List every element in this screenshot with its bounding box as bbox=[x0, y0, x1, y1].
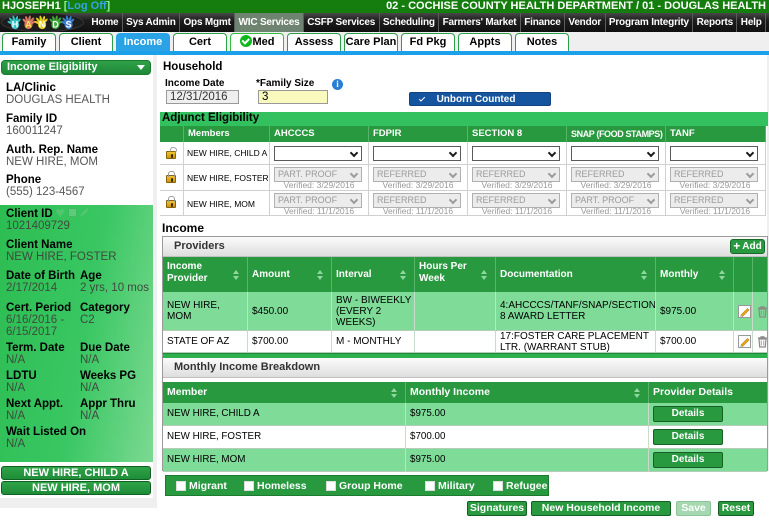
svg-text:N: N bbox=[39, 20, 46, 30]
svg-text:H: H bbox=[12, 20, 19, 30]
svg-text:A: A bbox=[25, 20, 32, 30]
svg-text:S: S bbox=[65, 20, 71, 30]
svg-text:D: D bbox=[52, 20, 59, 30]
